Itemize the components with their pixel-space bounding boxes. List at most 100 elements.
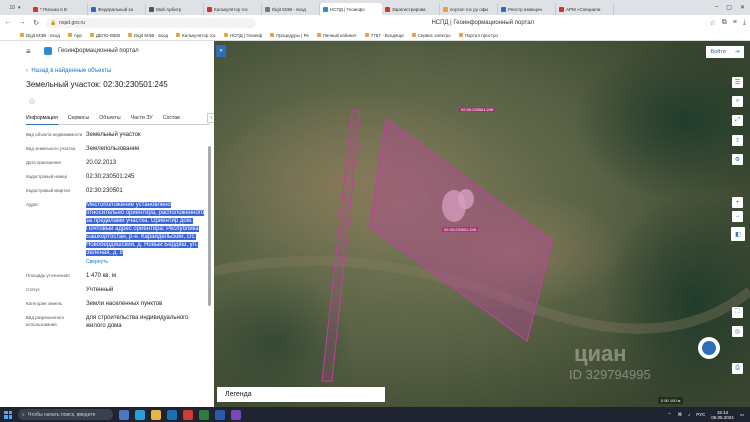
bookmarks-bar: Digit МЭВ - вход App ДЕЛО-WEB Digit МЭВ - в…: [0, 30, 750, 41]
windows-start-icon[interactable]: [4, 410, 12, 419]
favorite-star-icon[interactable]: ☆: [0, 96, 214, 107]
chat-button[interactable]: [698, 337, 720, 359]
menu-icon[interactable]: ≡: [733, 19, 737, 27]
browser-tab[interactable]: Digit МЭВ - вход: [262, 3, 320, 15]
tab-counter[interactable]: 10 ▾: [0, 0, 30, 15]
favicon-icon: [501, 6, 506, 12]
measure-icon[interactable]: ⤢: [732, 115, 743, 126]
forward-icon[interactable]: →: [18, 19, 26, 26]
layers-icon[interactable]: ☰: [732, 77, 743, 88]
taskbar-search-input[interactable]: ⌕ Чтобы начать поиск, введите: [18, 409, 113, 420]
close-icon[interactable]: ✕: [740, 4, 745, 11]
fullscreen-icon[interactable]: ⛶: [732, 307, 743, 318]
bookmark-icon: [128, 33, 133, 37]
bookmark-item[interactable]: НСПД | Геоинф: [223, 33, 262, 38]
zoom-in-icon[interactable]: +: [732, 197, 743, 208]
attribute-label: Дата присвоения: [26, 160, 61, 165]
lock-icon: 🔒: [50, 19, 57, 26]
app-icon[interactable]: [231, 409, 241, 420]
tab-3[interactable]: Части ЗУ: [131, 115, 153, 121]
chevron-right-icon[interactable]: ›: [207, 113, 214, 123]
attribute-value: для строительства индивидуального жилого…: [86, 315, 189, 329]
tab-0[interactable]: Информация: [26, 112, 58, 125]
notifications-icon[interactable]: ▭: [740, 412, 744, 418]
bookmark-item[interactable]: Digit МЭВ - вход: [128, 33, 168, 38]
bookmark-icon: [316, 33, 321, 37]
outlook-icon[interactable]: [167, 409, 177, 420]
share-icon[interactable]: ⇪: [732, 135, 743, 146]
tab-label: Зарегистрирова: [392, 6, 426, 12]
language-indicator[interactable]: РУС: [696, 412, 705, 417]
legend-button[interactable]: Легенда: [217, 387, 385, 402]
window-controls: – ▢ ✕: [715, 4, 750, 11]
bookmark-icon: [270, 33, 275, 37]
collapse-panel-button[interactable]: «: [216, 45, 226, 57]
extensions-icon[interactable]: ⧉: [722, 19, 727, 27]
download-icon[interactable]: ⤓: [743, 19, 746, 27]
tab-label: Мой Арбитр: [156, 6, 182, 12]
word-icon[interactable]: [215, 409, 225, 420]
tab-label: * Письмо в В: [40, 6, 67, 12]
browser-tab[interactable]: портал гос ру офи: [440, 3, 498, 15]
address-bar[interactable]: 🔒 nspd.gov.ru: [46, 17, 256, 28]
watermark-brand: циан: [574, 341, 627, 366]
bookmark-item[interactable]: Портал простро: [458, 33, 498, 38]
zoom-out-icon[interactable]: −: [732, 211, 743, 222]
task-view-icon[interactable]: [119, 409, 129, 420]
panel-scrollbar[interactable]: [208, 146, 211, 306]
clock[interactable]: 15:14 06.05.2024: [711, 410, 734, 420]
back-icon[interactable]: ←: [4, 19, 12, 26]
bookmark-icon: [458, 33, 463, 37]
attribute-label: Кадастровый номер: [26, 174, 68, 179]
parcel-cadastral-label[interactable]: 02:30:230501:245: [442, 227, 479, 232]
browser-tab-bar: 10 ▾ * Письмо в В Федеральный за Мой Арбит…: [0, 0, 750, 15]
tab-4[interactable]: Состав: [163, 115, 180, 121]
map-view[interactable]: 02:30:230501:245 02:30:230501:245 « Войт…: [214, 41, 750, 407]
browser-tab[interactable]: НСПД | Геоинфо: [320, 3, 382, 15]
tab-label: портал гос ру офи: [450, 6, 488, 12]
bookmark-item[interactable]: Сервис электро: [411, 33, 451, 38]
attribute-label: Кадастровый квартал: [26, 188, 71, 193]
tab-1[interactable]: Сервисы: [68, 115, 90, 121]
edge-icon[interactable]: [135, 409, 145, 420]
chevron-down-icon: ▾: [18, 4, 21, 11]
excel-icon[interactable]: [199, 409, 209, 420]
browser-tab[interactable]: Реестр извещен: [498, 3, 556, 15]
volume-icon[interactable]: ♪: [688, 412, 690, 417]
back-to-results-link[interactable]: ‹ Назад в найденные объекты: [0, 68, 214, 74]
print-icon[interactable]: ⎙: [732, 363, 743, 374]
bookmark-item[interactable]: Калькулятор гос: [176, 33, 216, 38]
browser-tab[interactable]: Калькулятор гос: [204, 3, 262, 15]
explorer-icon[interactable]: [151, 409, 161, 420]
collapse-link[interactable]: Свернуть: [86, 258, 206, 266]
locate-icon[interactable]: ◎: [732, 326, 743, 337]
bookmark-item[interactable]: ДЕЛО-WEB: [89, 33, 120, 38]
tab-label: АРМ «Специали: [566, 6, 601, 12]
bookmark-item[interactable]: App: [67, 33, 82, 38]
search-icon[interactable]: ⌕: [732, 96, 743, 107]
bookmark-item[interactable]: Digit МЭВ - вход: [20, 33, 60, 38]
browser-tab[interactable]: Мой Арбитр: [146, 3, 204, 15]
neighbor-cadastral-label[interactable]: 02:30:230501:245: [459, 107, 496, 112]
login-button[interactable]: Войти ⇥: [706, 46, 744, 58]
browser-tab[interactable]: * Письмо в В: [30, 3, 88, 15]
chevron-up-icon[interactable]: ⌃: [668, 412, 672, 418]
menu-icon[interactable]: ≡: [26, 47, 31, 56]
bookmark-star-icon[interactable]: ☆: [710, 19, 716, 27]
network-icon[interactable]: ⌘: [677, 412, 682, 418]
browser-tab[interactable]: Зарегистрирова: [382, 3, 440, 15]
tab-2[interactable]: Объекты: [99, 115, 120, 121]
minimize-icon[interactable]: –: [715, 4, 718, 11]
browser-tab[interactable]: АРМ «Специали: [556, 3, 614, 15]
mode-switch-icon[interactable]: ◧: [731, 227, 745, 241]
reload-icon[interactable]: ↻: [32, 19, 40, 27]
bookmark-item[interactable]: Процедуры | Ре: [270, 33, 309, 38]
gear-icon[interactable]: ⚙: [732, 154, 743, 165]
yandex-icon[interactable]: [183, 409, 193, 420]
bookmark-icon: [20, 33, 24, 37]
maximize-icon[interactable]: ▢: [726, 4, 732, 11]
bookmark-item[interactable]: Личный кабинет: [316, 33, 357, 38]
attribute-row: Вид разрешенного использования для строит…: [26, 314, 206, 330]
browser-tab[interactable]: Федеральный за: [88, 3, 146, 15]
bookmark-item[interactable]: 7767 - Входящи: [364, 33, 404, 38]
